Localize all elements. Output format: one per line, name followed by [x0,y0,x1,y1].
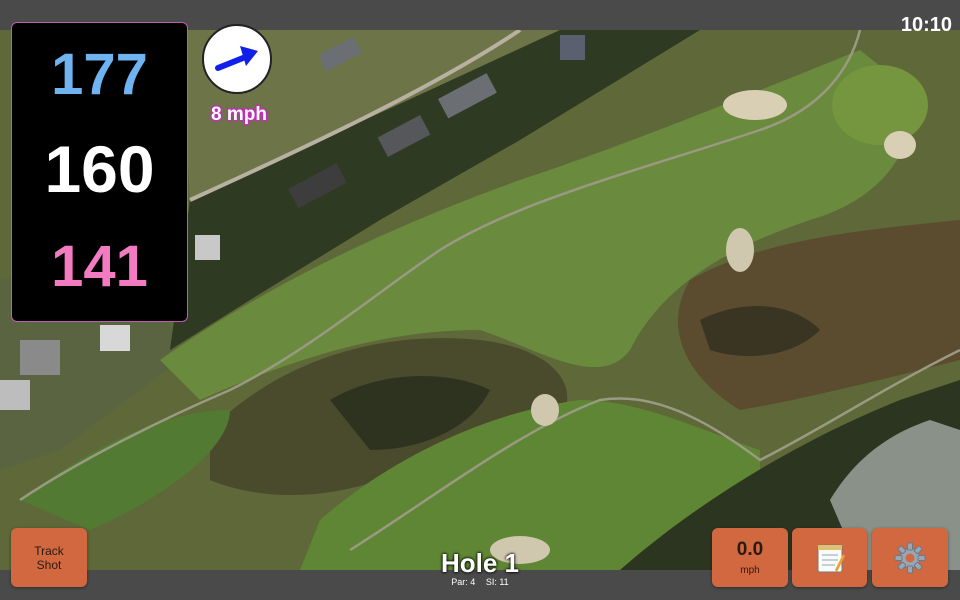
speed-button[interactable]: 0.0 mph [712,528,788,587]
hole-stroke-index: SI: 11 [485,577,509,587]
back-of-green-distance: 177 [51,42,148,107]
track-shot-label-line1: Track [34,543,64,558]
clock-time: 10:10 [900,14,952,36]
front-of-green-distance: 141 [51,234,148,299]
bunker [723,90,787,120]
green [832,65,928,145]
bunker [884,131,916,159]
notepad-icon [817,544,845,572]
wind-direction-arrow-icon [215,46,258,71]
notes-button[interactable] [792,528,867,587]
middle-of-green-distance: 160 [44,132,155,206]
speed-value: 0.0 [736,539,764,560]
hole-title: Hole 1 [440,548,520,578]
track-shot-button[interactable]: Track Shot [11,528,87,587]
track-shot-label-line2: Shot [36,557,62,572]
bunker [726,228,754,272]
wind-speed-label: 8 mph [211,104,267,125]
wind-indicator [202,24,272,94]
speed-unit: mph [740,565,760,576]
hole-par: Par: 4 [451,577,476,587]
distance-panel: 177 160 141 [11,22,188,322]
bunker [531,394,559,426]
settings-button[interactable] [872,528,948,587]
hole-info: Par: 4 SI: 11 [380,577,580,587]
gear-icon [894,542,926,573]
